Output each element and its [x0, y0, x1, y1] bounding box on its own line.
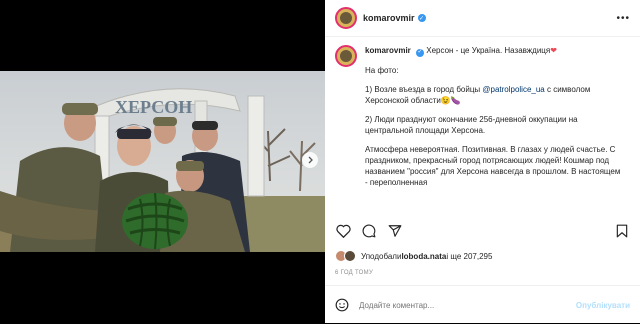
- mention-link[interactable]: @patrolpolice_ua: [482, 85, 544, 94]
- share-icon: [388, 225, 402, 237]
- heart-icon: [335, 224, 351, 238]
- save-button[interactable]: [614, 223, 630, 239]
- red-heart-icon: ❤: [550, 46, 557, 55]
- post-timestamp[interactable]: 6 ГОД ТОМУ: [335, 270, 373, 276]
- photo-sign-text: ХЕРСОН: [115, 97, 192, 117]
- caption-avatar[interactable]: [335, 45, 357, 67]
- bookmark-icon: [616, 224, 628, 238]
- post-header: komarovmir ✓ •••: [325, 0, 640, 37]
- caption-title: Херсон - це Україна. Назавждиця: [426, 46, 551, 55]
- action-bar: [335, 221, 630, 241]
- comment-bar: Опублікувати: [325, 285, 640, 324]
- like-button[interactable]: [335, 223, 351, 239]
- post-side-panel: komarovmir ✓ ••• komarovmir ✓ Херсон - ц…: [325, 0, 640, 323]
- comment-icon: [362, 224, 376, 238]
- verified-badge-icon: ✓: [417, 14, 426, 22]
- more-icon[interactable]: •••: [616, 13, 630, 24]
- caption-paragraph: Атмосфера невероятная. Позитивная. В гла…: [365, 144, 621, 187]
- share-button[interactable]: [387, 223, 403, 239]
- caption-text: komarovmir ✓ Херсон - це Україна. Назавж…: [365, 45, 623, 196]
- publish-button[interactable]: Опублікувати: [576, 301, 630, 310]
- caption-verified-badge-icon: ✓: [416, 48, 425, 57]
- caption-block: komarovmir ✓ Херсон - це Україна. Назавж…: [335, 45, 630, 196]
- post-photo[interactable]: ХЕРСОН: [0, 71, 325, 252]
- liker-username[interactable]: loboda.nata: [401, 252, 446, 261]
- liker-avatar[interactable]: [344, 250, 356, 262]
- caption-paragraph: На фото:: [365, 65, 399, 75]
- likes-summary: Уподобали loboda.nata і ще 207,295: [335, 250, 492, 262]
- header-username[interactable]: komarovmir: [363, 13, 415, 23]
- likes-prefix: Уподобали: [361, 251, 402, 261]
- photo-pane: ХЕРСОН: [0, 0, 325, 323]
- caption-paragraph: 1) Возле въезда в город бойцы @patrolpol…: [365, 84, 623, 106]
- avatar[interactable]: [335, 7, 357, 29]
- caption-username[interactable]: komarovmir: [365, 46, 411, 55]
- emoji-icon[interactable]: [335, 298, 349, 312]
- comment-input[interactable]: [357, 299, 576, 311]
- caption-text-fragment: 1) Возле въезда в город бойцы: [365, 84, 483, 94]
- likes-count[interactable]: і ще 207,295: [446, 252, 492, 261]
- caption-paragraph: 2) Люди празднуют окончание 256-дневной …: [365, 114, 578, 135]
- caption-area: komarovmir ✓ Херсон - це Україна. Назавж…: [325, 37, 640, 213]
- chevron-right-icon: [308, 156, 313, 164]
- comment-button[interactable]: [361, 223, 377, 239]
- next-photo-button[interactable]: [302, 152, 318, 168]
